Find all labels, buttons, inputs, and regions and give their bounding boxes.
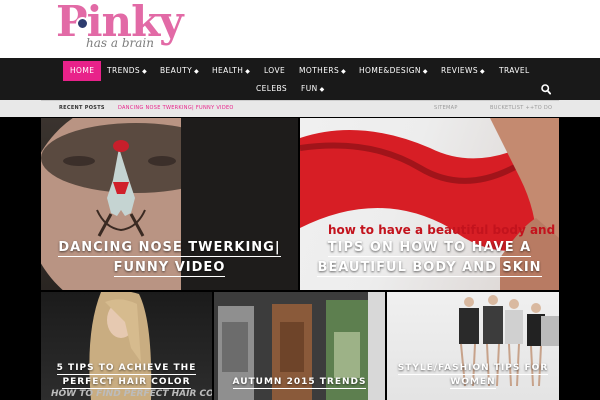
nav-item-beauty[interactable]: BEAUTY ◆	[160, 61, 199, 81]
nav-item-label: FUN	[301, 84, 318, 93]
caret-down-icon: ◆	[245, 68, 251, 75]
nav-item-fun[interactable]: FUN ◆	[301, 79, 325, 99]
image-caption-text: HOW TO FIND PERFECT HAIR COLOR	[51, 389, 212, 399]
nav-item-label: HOME	[70, 66, 95, 75]
nav-item-home[interactable]: HOME	[63, 61, 102, 81]
caret-down-icon: ◆	[422, 68, 428, 75]
logo-eye-icon	[76, 17, 89, 30]
nav-item-celebs[interactable]: CELEBS	[256, 79, 287, 99]
recent-posts-label: RECENT POSTS	[59, 105, 105, 111]
image-caption-text: how to have a beautiful body and skin	[328, 223, 559, 237]
post-tile[interactable]: STYLE/FASHION TIPS FOR WOMEN	[387, 292, 559, 400]
nav-item-label: LOVE	[264, 66, 286, 75]
recent-post-link[interactable]: DANCING NOSE TWERKING| FUNNY VIDEO	[118, 105, 234, 111]
site-header: Pinky has a brain	[0, 0, 600, 58]
caret-down-icon: ◆	[341, 68, 347, 75]
bucketlist-link[interactable]: BUCKETLIST ++TO DO	[490, 105, 552, 111]
post-tile[interactable]: AUTUMN 2015 TRENDS	[214, 292, 385, 400]
nav-item-mothers[interactable]: MOTHERS ◆	[299, 61, 346, 81]
nav-item-label: HEALTH	[212, 66, 244, 75]
caret-down-icon: ◆	[319, 86, 325, 93]
nav-item-health[interactable]: HEALTH ◆	[212, 61, 250, 81]
nav-item-reviews[interactable]: REVIEWS ◆	[441, 61, 485, 81]
recent-posts-bar: RECENT POSTS DANCING NOSE TWERKING| FUNN…	[41, 100, 559, 117]
post-title[interactable]: 5 TIPS TO ACHIEVE THE PERFECT HAIR COLOR	[47, 362, 206, 390]
caret-down-icon: ◆	[480, 68, 486, 75]
featured-post-tile[interactable]: how to have a beautiful body and skin TI…	[300, 118, 559, 290]
page: Pinky has a brain HOME TRENDS ◆ BEAUTY ◆ H…	[0, 0, 600, 400]
nav-item-home-design[interactable]: HOME&DESIGN ◆	[359, 61, 428, 81]
nav-item-label: TRAVEL	[499, 66, 530, 75]
recent-bar-edge	[0, 100, 41, 117]
nav-item-label: REVIEWS	[441, 66, 479, 75]
nav-item-love[interactable]: LOVE	[264, 61, 285, 81]
nav-item-label: BEAUTY	[160, 66, 193, 75]
nav-item-label: TRENDS	[107, 66, 141, 75]
post-tile[interactable]: HOW TO FIND PERFECT HAIR COLOR 5 TIPS TO…	[41, 292, 212, 400]
post-title[interactable]: TIPS ON HOW TO HAVE A BEAUTIFUL BODY AND…	[306, 238, 553, 278]
site-logo[interactable]: Pinky has a brain	[56, 0, 184, 55]
nav-item-label: MOTHERS	[299, 66, 340, 75]
post-title[interactable]: AUTUMN 2015 TRENDS	[220, 376, 379, 390]
sitemap-link[interactable]: SITEMAP	[434, 105, 458, 111]
logo-tagline: has a brain	[86, 36, 154, 50]
post-title[interactable]: STYLE/FASHION TIPS FOR WOMEN	[393, 362, 553, 390]
caret-down-icon: ◆	[142, 68, 148, 75]
featured-post-tile[interactable]: DANCING NOSE TWERKING| FUNNY VIDEO	[41, 118, 298, 290]
search-icon[interactable]	[541, 84, 551, 96]
nav-item-trends[interactable]: TRENDS ◆	[107, 61, 147, 81]
recent-bar-edge	[559, 100, 600, 117]
caret-down-icon: ◆	[194, 68, 200, 75]
nav-item-travel[interactable]: TRAVEL	[499, 61, 530, 81]
nav-item-label: CELEBS	[256, 84, 288, 93]
main-nav: HOME TRENDS ◆ BEAUTY ◆ HEALTH ◆ LOVE MOTHER…	[0, 58, 600, 100]
nav-item-label: HOME&DESIGN	[359, 66, 421, 75]
post-title[interactable]: DANCING NOSE TWERKING| FUNNY VIDEO	[49, 238, 290, 278]
